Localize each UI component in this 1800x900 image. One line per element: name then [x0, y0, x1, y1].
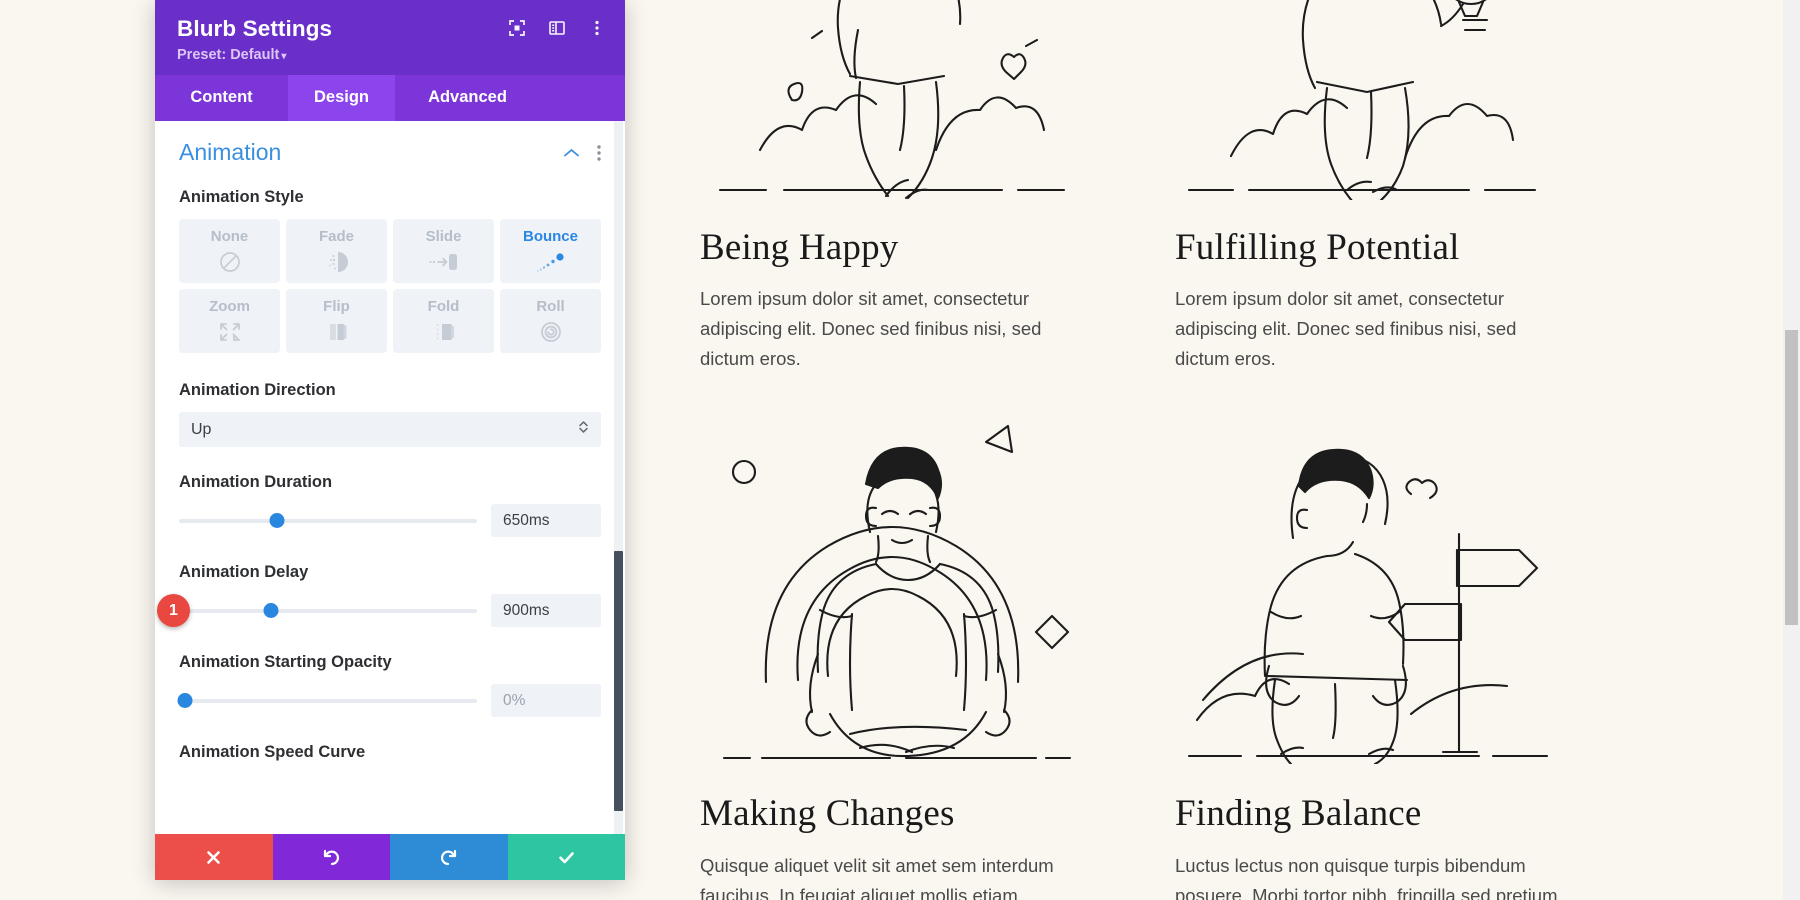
- label-animation-starting-opacity: Animation Starting Opacity: [179, 653, 392, 671]
- card-body: Luctus lectus non quisque turpis bibendu…: [1175, 854, 1558, 900]
- cancel-button[interactable]: [155, 834, 273, 880]
- style-tile-label: Slide: [425, 227, 462, 245]
- illustration-person-jumping-with-hearts: [718, 0, 1066, 200]
- blurb-settings-modal: Blurb Settings Preset: Default ▾ Content…: [155, 0, 625, 880]
- no-entry-icon: [218, 249, 242, 275]
- illustration-person-at-signpost: [1187, 449, 1549, 765]
- style-tile-none[interactable]: None: [179, 219, 280, 283]
- animation-style-grid: None Fade Slide Bounce Zoom Flip Fold Ro…: [179, 219, 601, 353]
- blurb-grid: Being Happy Lorem ipsum dolor sit amet, …: [700, 0, 1560, 900]
- chevron-up-icon[interactable]: [563, 147, 580, 159]
- preset-label: Preset: Default: [177, 47, 280, 63]
- slider-track: [179, 608, 477, 613]
- style-tile-label: Roll: [536, 297, 565, 315]
- animation-direction-select[interactable]: Up: [179, 412, 601, 447]
- style-tile-flip[interactable]: Flip: [286, 289, 387, 353]
- card-title: Fulfilling Potential: [1175, 227, 1460, 268]
- illustration-person-holding-lightbulb: [1187, 0, 1537, 200]
- illustration-person-meditating-lotus: [722, 425, 1072, 760]
- undo-button[interactable]: [272, 834, 390, 880]
- check-icon: [557, 848, 576, 867]
- slider-knob[interactable]: [177, 693, 193, 708]
- card-title: Being Happy: [700, 227, 899, 268]
- style-tile-label: Bounce: [522, 227, 578, 245]
- redo-button[interactable]: [390, 834, 508, 880]
- layout-panel-icon[interactable]: [547, 18, 567, 38]
- animation-direction-value: Up: [191, 420, 212, 438]
- page-scrollbar-track[interactable]: [1783, 0, 1800, 900]
- card-title: Finding Balance: [1175, 793, 1422, 835]
- label-animation-direction: Animation Direction: [179, 381, 336, 399]
- animation-starting-opacity-row: 0%: [177, 684, 601, 717]
- style-tile-roll[interactable]: Roll: [500, 289, 601, 353]
- slider-track: [179, 698, 477, 703]
- focus-target-icon[interactable]: [507, 18, 527, 38]
- card-body: Quisque aliquet velit sit amet sem inter…: [700, 854, 1054, 900]
- style-tile-fold[interactable]: Fold: [393, 289, 494, 353]
- select-arrows-icon: [578, 419, 589, 440]
- undo-icon: [322, 848, 341, 867]
- bounce-icon: [536, 249, 566, 275]
- animation-starting-opacity-input[interactable]: 0%: [491, 684, 601, 717]
- modal-body: Animation Animation Style None Fade Slid…: [155, 121, 625, 834]
- slider-track: [179, 518, 477, 523]
- blurb-card-fulfilling-potential: Fulfilling Potential Lorem ipsum dolor s…: [1175, 0, 1560, 374]
- style-tile-label: None: [210, 227, 249, 245]
- tab-design[interactable]: Design: [288, 75, 395, 121]
- close-icon: [205, 849, 222, 866]
- animation-duration-input[interactable]: 650ms: [491, 504, 601, 537]
- flip-icon: [324, 319, 350, 345]
- fold-icon: [431, 319, 457, 345]
- label-animation-duration: Animation Duration: [179, 473, 333, 491]
- label-animation-delay: Animation Delay: [179, 563, 309, 581]
- card-body: Lorem ipsum dolor sit amet, consectetur …: [700, 288, 1042, 370]
- blurb-card-being-happy: Being Happy Lorem ipsum dolor sit amet, …: [700, 0, 1085, 374]
- panel-scrollbar-thumb[interactable]: [614, 551, 623, 811]
- style-tile-label: Flip: [323, 297, 350, 315]
- style-tile-label: Fold: [427, 297, 460, 315]
- chevron-down-icon: ▾: [281, 51, 287, 62]
- blurb-card-making-changes: Making Changes Quisque aliquet velit sit…: [700, 414, 1085, 900]
- style-tile-zoom[interactable]: Zoom: [179, 289, 280, 353]
- step-badge-1: 1: [157, 594, 190, 627]
- slider-knob[interactable]: [263, 603, 279, 618]
- animation-duration-slider[interactable]: [179, 512, 477, 530]
- animation-section-header: Animation: [179, 139, 601, 166]
- style-tile-fade[interactable]: Fade: [286, 219, 387, 283]
- card-body: Lorem ipsum dolor sit amet, consectetur …: [1175, 288, 1517, 370]
- page-scrollbar-thumb[interactable]: [1785, 330, 1798, 625]
- modal-header-icons: [507, 18, 607, 38]
- animation-duration-row: 650ms: [179, 504, 601, 537]
- zoom-icon: [217, 319, 243, 345]
- roll-icon: [538, 319, 564, 345]
- modal-footer: [155, 834, 625, 880]
- modal-header: Blurb Settings Preset: Default ▾: [155, 0, 625, 75]
- slide-icon: [429, 249, 459, 275]
- style-tile-bounce[interactable]: Bounce: [500, 219, 601, 283]
- animation-starting-opacity-slider[interactable]: [177, 692, 477, 710]
- fade-icon: [324, 249, 350, 275]
- section-title-animation: Animation: [179, 139, 282, 165]
- preset-selector[interactable]: Preset: Default ▾: [177, 47, 603, 63]
- blurb-card-finding-balance: Finding Balance Luctus lectus non quisqu…: [1175, 414, 1560, 900]
- tab-advanced[interactable]: Advanced: [395, 75, 540, 121]
- modal-tabs: Content Design Advanced: [155, 75, 625, 121]
- style-tile-slide[interactable]: Slide: [393, 219, 494, 283]
- label-animation-style: Animation Style: [179, 188, 304, 206]
- redo-icon: [439, 848, 458, 867]
- section-kebab-menu-icon[interactable]: [597, 144, 601, 161]
- save-button[interactable]: [507, 834, 625, 880]
- label-animation-speed-curve: Animation Speed Curve: [179, 743, 366, 761]
- style-tile-label: Zoom: [209, 297, 250, 315]
- slider-knob[interactable]: [269, 513, 285, 528]
- animation-delay-input[interactable]: 900ms: [491, 594, 601, 627]
- kebab-menu-icon[interactable]: [587, 18, 607, 38]
- style-tile-label: Fade: [318, 227, 354, 245]
- animation-delay-row: 1 900ms: [157, 594, 601, 627]
- tab-content[interactable]: Content: [155, 75, 288, 121]
- animation-delay-slider[interactable]: [179, 602, 477, 620]
- card-title: Making Changes: [700, 793, 955, 835]
